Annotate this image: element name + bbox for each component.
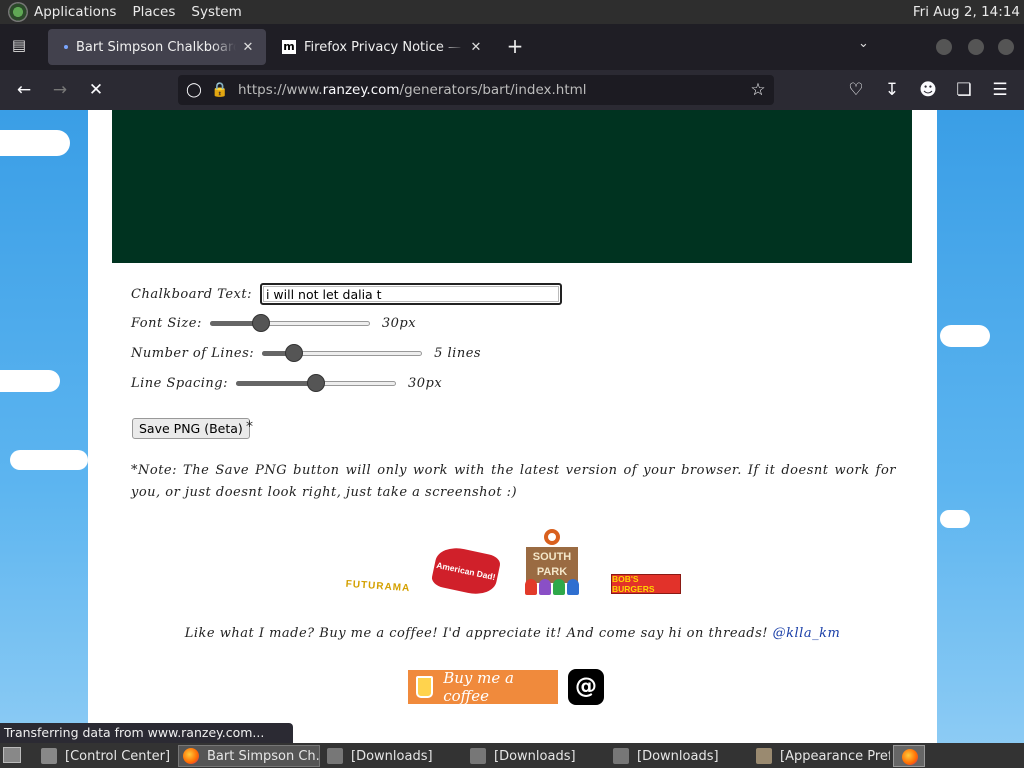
forward-arrow-icon[interactable]: → [48, 78, 72, 102]
number-of-lines-slider[interactable] [262, 343, 423, 363]
number-of-lines-value: 5 lines [434, 345, 482, 361]
system-menu[interactable]: System [191, 4, 241, 20]
mozilla-favicon-icon: m [282, 40, 296, 54]
app-menu-hamburger-icon[interactable]: ☰ [988, 78, 1012, 102]
firefox-icon [902, 749, 918, 765]
line-spacing-slider[interactable] [235, 373, 396, 393]
tab-bar: ▤ Bart Simpson Chalkboard Generator ✕ m … [0, 24, 1024, 70]
bookmark-star-icon[interactable]: ☆ [748, 80, 768, 100]
slider-thumb[interactable] [306, 374, 325, 392]
font-size-value: 30px [381, 315, 417, 331]
slider-thumb[interactable] [285, 344, 304, 362]
url-text[interactable]: https://www.ranzey.com/generators/bart/i… [238, 82, 587, 98]
close-window-icon[interactable] [998, 39, 1014, 55]
american-dad-logo[interactable]: American Dad! [430, 543, 502, 599]
folder-icon [327, 748, 343, 764]
cloud-decoration [0, 370, 60, 392]
loading-dot-icon [64, 45, 68, 49]
maximize-window-icon[interactable] [968, 39, 984, 55]
taskbar-item-control-center[interactable]: [Control Center] [36, 745, 176, 767]
chalkboard-canvas [112, 110, 912, 263]
line-spacing-row: Line Spacing: 30px [131, 371, 442, 395]
status-overlay: Transferring data from www.ranzey.com... [0, 723, 293, 743]
futurama-logo[interactable]: FUTURAMA [341, 573, 414, 600]
folder-icon [470, 748, 486, 764]
threads-handle-link[interactable]: @klla_km [773, 626, 841, 641]
folder-icon [613, 748, 629, 764]
top-panel: Applications Places System Fri Aug 2, 14… [0, 0, 1024, 24]
tab-close-icon[interactable]: ✕ [240, 40, 256, 55]
line-spacing-label: Line Spacing: [131, 375, 228, 391]
save-note: *Note: The Save PNG button will only wor… [131, 463, 896, 500]
web-content: Chalkboard Text: Font Size: 30px Number … [0, 110, 1024, 743]
tab-close-icon[interactable]: ✕ [468, 40, 484, 55]
buy-me-a-coffee-button[interactable]: Buy me a coffee [408, 669, 558, 705]
distro-logo-icon[interactable] [8, 2, 28, 22]
applications-menu[interactable]: Applications [34, 4, 116, 20]
list-all-tabs-chevron-icon[interactable]: ⌄ [858, 36, 869, 51]
firefox-icon [183, 748, 199, 764]
account-icon[interactable]: ☻ [916, 78, 940, 102]
font-size-label: Font Size: [131, 315, 202, 331]
taskbar-item-appearance[interactable]: [Appearance Pref... [751, 745, 891, 767]
cloud-decoration [940, 325, 990, 347]
save-asterisk: * [246, 419, 253, 435]
cloud-decoration [940, 510, 970, 528]
appearance-icon [756, 748, 772, 764]
lock-icon[interactable]: 🔒 [210, 80, 230, 100]
url-bar[interactable]: ◯ 🔒 https://www.ranzey.com/generators/ba… [178, 75, 774, 105]
font-size-row: Font Size: 30px [131, 311, 416, 335]
tab-bart-simpson[interactable]: Bart Simpson Chalkboard Generator ✕ [48, 29, 266, 65]
places-menu[interactable]: Places [132, 4, 175, 20]
firefox-view-icon[interactable]: ▤ [8, 36, 30, 58]
south-park-logo[interactable]: SOUTH PARK [522, 524, 582, 600]
threads-logo-button[interactable]: @ [568, 669, 604, 705]
back-arrow-icon[interactable]: ← [12, 78, 36, 102]
tracking-protection-shield-icon[interactable]: ◯ [184, 80, 204, 100]
tab-title: Firefox Privacy Notice — Mozilla [304, 39, 464, 55]
taskbar: [Control Center] Bart Simpson Ch... [Dow… [0, 743, 1024, 768]
threads-icon: @ [575, 674, 597, 699]
show-desktop-icon[interactable] [3, 747, 21, 763]
taskbar-item-downloads-3[interactable]: [Downloads] [608, 745, 748, 767]
tab-firefox-privacy[interactable]: m Firefox Privacy Notice — Mozilla ✕ [272, 29, 494, 65]
bobs-burgers-logo[interactable]: BOB'S BURGERS [611, 574, 681, 594]
page-container: Chalkboard Text: Font Size: 30px Number … [88, 110, 937, 743]
control-center-icon [41, 748, 57, 764]
taskbar-item-firefox[interactable]: Bart Simpson Ch... [178, 745, 320, 767]
workspace-firefox-tray[interactable] [893, 745, 925, 767]
chalkboard-text-label: Chalkboard Text: [131, 286, 252, 302]
extensions-puzzle-icon[interactable]: ❏ [952, 78, 976, 102]
clock[interactable]: Fri Aug 2, 14:14 [913, 4, 1020, 20]
tab-title: Bart Simpson Chalkboard Generator [76, 39, 236, 55]
slider-thumb[interactable] [252, 314, 271, 332]
taskbar-item-downloads-2[interactable]: [Downloads] [465, 745, 605, 767]
pocket-icon[interactable]: ♡ [844, 78, 868, 102]
chalkboard-text-input[interactable] [259, 283, 562, 305]
downloads-icon[interactable]: ↧ [880, 78, 904, 102]
line-spacing-value: 30px [407, 375, 443, 391]
number-of-lines-label: Number of Lines: [131, 345, 255, 361]
save-png-button[interactable]: Save PNG (Beta) [132, 418, 250, 439]
coffee-cup-icon [416, 676, 434, 698]
chalkboard-text-row: Chalkboard Text: [131, 282, 562, 306]
number-of-lines-row: Number of Lines: 5 lines [131, 341, 481, 365]
coffee-message: Like what I made? Buy me a coffee! I'd a… [184, 626, 841, 641]
cloud-decoration [10, 450, 88, 470]
stop-loading-icon[interactable]: ✕ [84, 78, 108, 102]
cloud-decoration [0, 130, 70, 156]
navigation-toolbar: ← → ✕ ◯ 🔒 https://www.ranzey.com/generat… [0, 70, 1024, 110]
new-tab-plus-icon[interactable]: + [504, 34, 526, 58]
minimize-window-icon[interactable] [936, 39, 952, 55]
taskbar-item-downloads-1[interactable]: [Downloads] [322, 745, 462, 767]
font-size-slider[interactable] [209, 313, 370, 333]
